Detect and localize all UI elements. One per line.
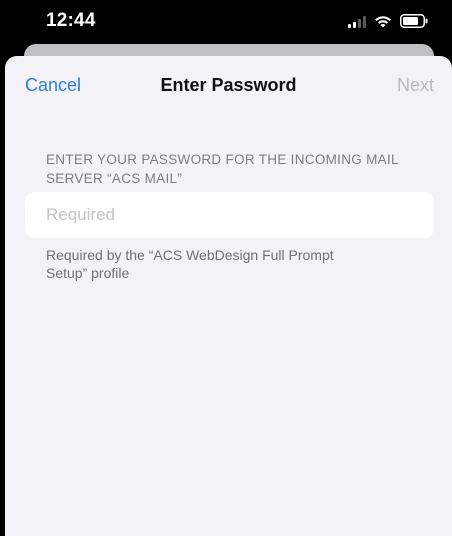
section-header: ENTER YOUR PASSWORD FOR THE INCOMING MAI… bbox=[46, 152, 399, 186]
wifi-icon bbox=[374, 15, 392, 28]
cellular-signal-icon bbox=[348, 15, 366, 28]
next-button[interactable]: Next bbox=[397, 75, 434, 96]
status-time: 12:44 bbox=[46, 10, 96, 31]
status-bar: 12:44 bbox=[0, 0, 452, 44]
status-icons bbox=[348, 13, 428, 29]
password-field-row[interactable] bbox=[25, 192, 434, 238]
password-input[interactable] bbox=[46, 192, 416, 238]
navigation-bar: Cancel Enter Password Next bbox=[5, 56, 452, 114]
page-title: Enter Password bbox=[160, 75, 297, 95]
screen: 12:44 Cancel Enter Password Next ENTER Y… bbox=[0, 0, 452, 536]
section-footer: Required by the “ACS WebDesign Full Prom… bbox=[46, 247, 334, 281]
password-sheet: Cancel Enter Password Next ENTER YOUR PA… bbox=[5, 56, 452, 536]
battery-icon bbox=[400, 14, 428, 28]
